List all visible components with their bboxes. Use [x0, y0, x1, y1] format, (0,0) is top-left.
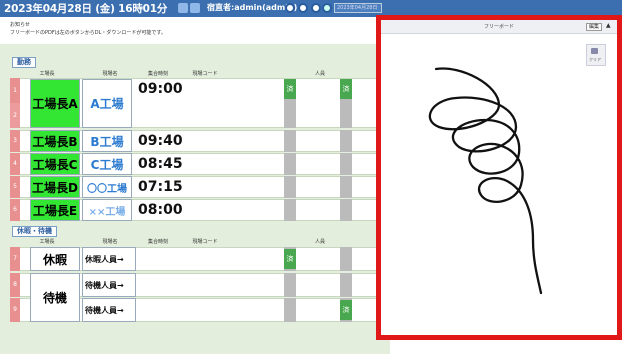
header-members: 人員	[314, 239, 325, 245]
handwritten-scribble	[428, 67, 543, 295]
member-bar	[340, 247, 352, 271]
row-number: 8	[10, 273, 20, 297]
edit-button[interactable]: 編集	[586, 23, 602, 31]
site-name[interactable]: B工場	[82, 130, 132, 152]
current-datetime: 2023年04月28日 (金) 16時01分	[4, 3, 168, 15]
date-field[interactable]: 2023年04月28日	[334, 3, 382, 13]
freeboard-canvas[interactable]	[381, 35, 617, 340]
done-badge[interactable]: 済	[284, 249, 296, 269]
member-arrow[interactable]: 休暇人員→	[82, 247, 136, 271]
member-bar	[340, 130, 352, 152]
site-name[interactable]: 〇〇工場	[82, 176, 132, 198]
manager-name[interactable]: 工場長A	[30, 79, 80, 128]
settings-icon[interactable]	[285, 3, 295, 13]
manager-name[interactable]: 休暇	[30, 247, 80, 271]
schedule-board: 勤務 工場長 現場名 集合時刻 現場コード 人員 1 2 工場長A A工場 09…	[0, 44, 390, 354]
member-bar	[284, 153, 296, 175]
manager-name[interactable]: 工場長D	[30, 176, 80, 198]
duty-section-button[interactable]: 勤務	[12, 57, 36, 68]
rest-section-button[interactable]: 休暇・待機	[12, 226, 57, 237]
manager-name[interactable]: 工場長C	[30, 153, 80, 175]
member-bar	[340, 199, 352, 221]
member-bar	[340, 273, 352, 297]
done-badge[interactable]: 済	[340, 300, 352, 320]
notice-text: フリーボードのPDFは左のボタンからDL・ダウンロードが可能です。	[10, 29, 166, 36]
member-bar	[340, 176, 352, 198]
notice: お知らせ フリーボードのPDFは左のボタンからDL・ダウンロードが可能です。	[10, 22, 166, 37]
row-number: 7	[10, 247, 20, 271]
manager-name[interactable]: 工場長E	[30, 199, 80, 221]
header-time: 集合時刻	[147, 71, 168, 77]
search-icon[interactable]	[322, 3, 332, 13]
assembly-time[interactable]: 08:00	[134, 199, 184, 221]
header-members: 人員	[314, 71, 325, 77]
assembly-time[interactable]: 08:45	[134, 153, 184, 175]
row-number: 2	[10, 103, 20, 128]
refresh-icon[interactable]	[190, 3, 200, 13]
assembly-time[interactable]: 09:00	[134, 79, 184, 99]
site-name[interactable]: ××工場	[82, 199, 132, 221]
row-number: 4	[10, 153, 20, 175]
member-bar	[340, 153, 352, 175]
member-bar	[284, 176, 296, 198]
login-user: 宿直者:admin(admin)	[207, 3, 298, 12]
freeboard-header: フリーボード 編集 ▲	[381, 20, 617, 34]
header-code: 現場コード	[192, 239, 218, 245]
member-bar	[284, 199, 296, 221]
assembly-time[interactable]: 07:15	[134, 176, 184, 198]
member-arrow[interactable]: 待機人員→	[82, 273, 136, 297]
freeboard-panel: フリーボード 編集 ▲ クリア	[376, 15, 622, 340]
manager-name[interactable]: 工場長B	[30, 130, 80, 152]
calendar-icon[interactable]	[178, 3, 188, 13]
row-number: 5	[10, 176, 20, 198]
collapse-icon[interactable]: ▲	[606, 22, 611, 29]
standby-name[interactable]: 待機	[30, 273, 80, 322]
header-time: 集合時刻	[147, 239, 168, 245]
row-number: 1	[10, 78, 20, 103]
done-badge[interactable]: 済	[340, 79, 352, 99]
row-number: 9	[10, 298, 20, 322]
user-icon[interactable]	[311, 3, 321, 13]
help-icon[interactable]	[298, 3, 308, 13]
header-code: 現場コード	[192, 71, 218, 77]
header-site: 現場名	[102, 239, 118, 245]
header-site: 現場名	[102, 71, 118, 77]
notice-title: お知らせ	[10, 22, 30, 28]
done-badge[interactable]: 済	[284, 79, 296, 99]
site-name[interactable]: A工場	[82, 79, 132, 128]
member-bar	[284, 273, 296, 297]
member-bar	[284, 130, 296, 152]
assembly-time[interactable]: 09:40	[134, 130, 184, 152]
header-manager: 工場長	[39, 239, 55, 245]
member-bar	[284, 298, 296, 322]
row-number: 6	[10, 199, 20, 221]
member-arrow[interactable]: 待機人員→	[82, 298, 136, 322]
row-number: 3	[10, 130, 20, 152]
freeboard-title: フリーボード	[483, 24, 514, 30]
header-manager: 工場長	[39, 71, 55, 77]
site-name[interactable]: C工場	[82, 153, 132, 175]
